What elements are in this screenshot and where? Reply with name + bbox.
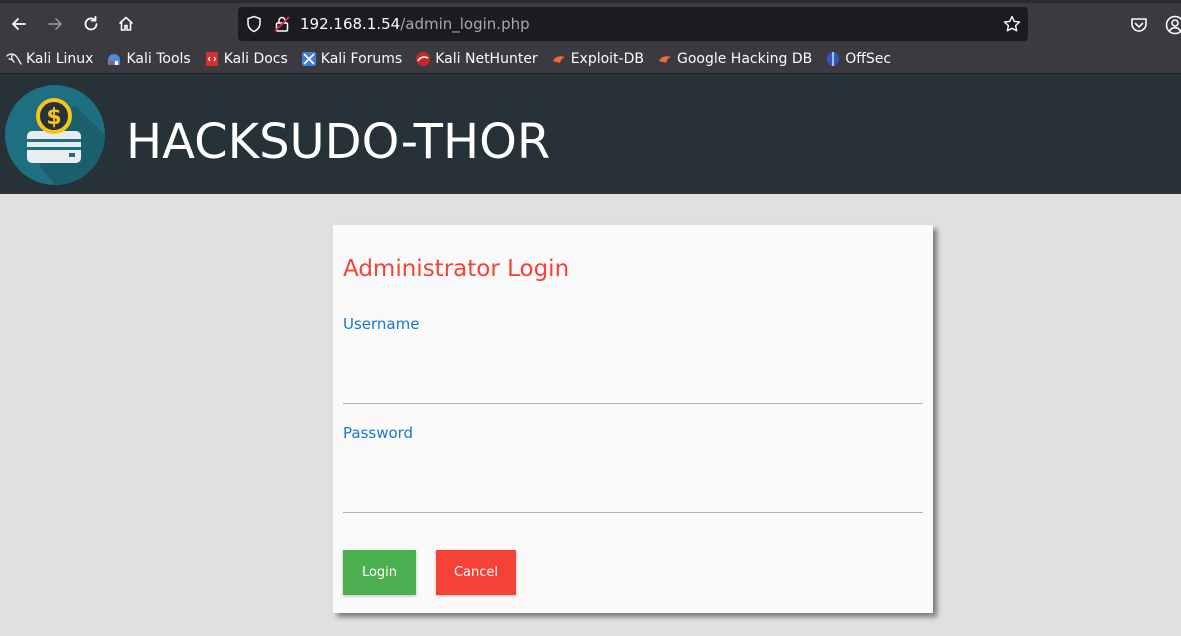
back-button[interactable] [4, 9, 34, 39]
bookmark-label: Kali NetHunter [435, 50, 538, 67]
address-bar[interactable]: 192.168.1.54/admin_login.php [238, 7, 1028, 41]
bookmark-kali-linux[interactable]: Kali Linux [6, 51, 93, 67]
url-path: /admin_login.php [400, 15, 530, 33]
bookmark-exploit-db[interactable]: Exploit-DB [551, 51, 644, 67]
exploit-db-icon [552, 55, 565, 63]
bookmark-star-icon[interactable] [1002, 14, 1022, 34]
bookmark-kali-forums[interactable]: Kali Forums [301, 51, 402, 67]
bookmarks-bar: Kali Linux Kali Tools Kali Docs Kali For… [0, 44, 1181, 74]
kali-dragon-icon [6, 52, 22, 65]
home-icon [118, 16, 134, 31]
kali-nethunter-icon [416, 51, 431, 66]
arrow-left-icon [12, 18, 26, 30]
bookmark-offsec[interactable]: OffSec [825, 51, 891, 67]
kali-forums-icon [301, 51, 316, 66]
bookmark-label: Kali Docs [223, 50, 288, 67]
exploit-db-icon [658, 55, 671, 63]
shield-icon[interactable] [244, 14, 264, 34]
login-button[interactable]: Login [343, 550, 416, 595]
url-text[interactable]: 192.168.1.54/admin_login.php [300, 15, 530, 33]
offsec-icon [827, 51, 840, 66]
cancel-button[interactable]: Cancel [436, 550, 516, 595]
kali-docs-icon [205, 51, 218, 66]
pocket-icon[interactable] [1128, 14, 1150, 36]
bookmark-kali-nethunter[interactable]: Kali NetHunter [415, 50, 538, 67]
svg-text:$: $ [46, 105, 61, 130]
kali-tools-icon [108, 53, 121, 65]
username-input[interactable] [343, 368, 923, 404]
arrow-right-icon [48, 18, 62, 30]
bookmark-label: Google Hacking DB [676, 50, 813, 67]
bookmark-label: Exploit-DB [570, 50, 644, 67]
forward-button[interactable] [40, 9, 70, 39]
insecure-lock-icon[interactable] [272, 14, 292, 34]
account-icon[interactable] [1164, 14, 1181, 36]
bookmark-google-hacking-db[interactable]: Google Hacking DB [657, 51, 812, 67]
reload-icon [84, 15, 98, 31]
payment-card-logo-icon: $ [5, 85, 105, 185]
bookmark-label: OffSec [845, 50, 892, 67]
login-title: Administrator Login [343, 256, 570, 282]
site-header: $ HACKSUDO-THOR [0, 74, 1181, 194]
bookmark-kali-docs[interactable]: Kali Docs [204, 51, 288, 67]
home-button[interactable] [111, 9, 141, 39]
login-card: Administrator Login Username Password Lo… [333, 225, 933, 613]
username-label: Username [343, 315, 420, 333]
site-title: HACKSUDO-THOR [126, 114, 551, 170]
password-input[interactable] [343, 477, 923, 513]
password-label: Password [343, 424, 414, 442]
bookmark-label: Kali Tools [126, 50, 191, 67]
browser-toolbar: 192.168.1.54/admin_login.php [0, 0, 1181, 44]
url-host: 192.168.1.54 [300, 15, 401, 33]
bookmark-kali-tools[interactable]: Kali Tools [106, 50, 191, 67]
reload-button[interactable] [76, 9, 106, 39]
bookmark-label: Kali Linux [26, 50, 94, 67]
bookmark-label: Kali Forums [320, 50, 403, 67]
